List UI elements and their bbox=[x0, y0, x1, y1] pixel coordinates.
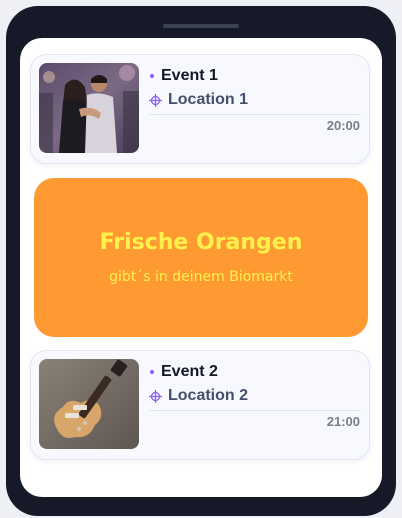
event-location: Location 1 bbox=[168, 91, 249, 108]
speaker-notch bbox=[163, 24, 239, 28]
event-image-1 bbox=[39, 63, 139, 153]
event-title-row: Event 2 bbox=[149, 363, 218, 381]
event-location-row: Location 1 bbox=[149, 91, 248, 109]
event-title: Event 2 bbox=[161, 363, 218, 380]
event-title-row: Event 1 bbox=[149, 67, 218, 85]
location-crosshair-icon bbox=[149, 389, 162, 403]
divider bbox=[149, 114, 361, 115]
ad-subline: gibt´s in deinem Biomarkt bbox=[109, 269, 293, 285]
device-frame: Event 1 Location 1 20:00 Frische Orangen… bbox=[6, 6, 396, 516]
location-crosshair-icon bbox=[149, 93, 162, 107]
event-card-2[interactable]: Event 2 Location 2 21:00 bbox=[30, 350, 370, 460]
event-image-2 bbox=[39, 359, 139, 449]
event-location-row: Location 2 bbox=[149, 387, 248, 405]
ad-headline: Frische Orangen bbox=[99, 230, 303, 255]
event-title: Event 1 bbox=[161, 67, 218, 84]
event-location: Location 2 bbox=[168, 387, 249, 404]
bullet-dot-icon bbox=[150, 370, 154, 374]
event-time: 20:00 bbox=[326, 118, 360, 133]
ad-banner[interactable]: Frische Orangen gibt´s in deinem Biomark… bbox=[34, 178, 368, 337]
event-time: 21:00 bbox=[326, 414, 360, 429]
bullet-dot-icon bbox=[150, 74, 154, 78]
divider bbox=[149, 410, 361, 411]
app-screen: Event 1 Location 1 20:00 Frische Orangen… bbox=[20, 38, 382, 497]
event-card-1[interactable]: Event 1 Location 1 20:00 bbox=[30, 54, 370, 164]
